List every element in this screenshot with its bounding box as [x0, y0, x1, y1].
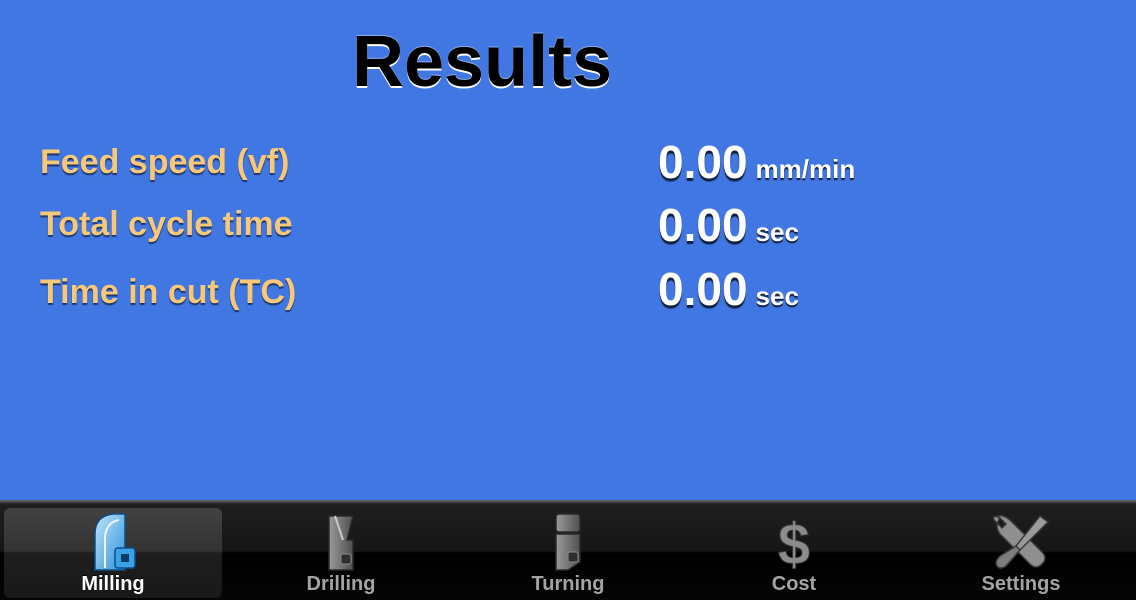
feed-speed-label: Feed speed (vf)	[40, 143, 290, 181]
total-cycle-time-value-group: 0.00 sec	[658, 200, 799, 262]
feed-speed-unit: mm/min	[755, 154, 856, 184]
feed-speed-value-group: 0.00 mm/min	[658, 137, 855, 199]
total-cycle-time-unit: sec	[755, 217, 799, 247]
tab-turning[interactable]: Turning	[459, 508, 677, 598]
tab-cost[interactable]: $ Cost	[685, 508, 903, 598]
tab-milling-label: Milling	[81, 573, 145, 595]
tab-drilling-label: Drilling	[306, 573, 376, 595]
time-in-cut-value: 0.00	[658, 263, 748, 315]
tab-settings-label: Settings	[981, 573, 1061, 595]
tab-drilling[interactable]: Drilling	[232, 508, 450, 598]
drilling-icon	[328, 515, 354, 571]
svg-text:$: $	[778, 512, 810, 572]
total-cycle-time-label: Total cycle time	[40, 205, 293, 243]
total-cycle-time-value: 0.00	[658, 199, 748, 251]
tab-turning-label: Turning	[531, 573, 605, 595]
milling-icon	[94, 513, 136, 571]
time-in-cut-label: Time in cut (TC)	[40, 273, 297, 311]
tools-icon	[992, 514, 1050, 569]
page-title: Results	[352, 22, 613, 102]
time-in-cut-unit: sec	[755, 281, 799, 311]
tab-milling[interactable]: Milling	[4, 508, 222, 598]
feed-speed-value: 0.00	[658, 136, 748, 188]
results-screen: Results Feed speed (vf) 0.00 mm/min Total…	[0, 0, 1136, 600]
tab-bar: Milling Drilling Turning $ Cost Settings	[0, 500, 1136, 600]
tab-settings[interactable]: Settings	[912, 508, 1130, 598]
dollar-icon: $	[777, 512, 810, 573]
turning-icon	[555, 513, 581, 571]
tab-cost-label: Cost	[771, 573, 817, 595]
time-in-cut-value-group: 0.00 sec	[658, 264, 799, 326]
